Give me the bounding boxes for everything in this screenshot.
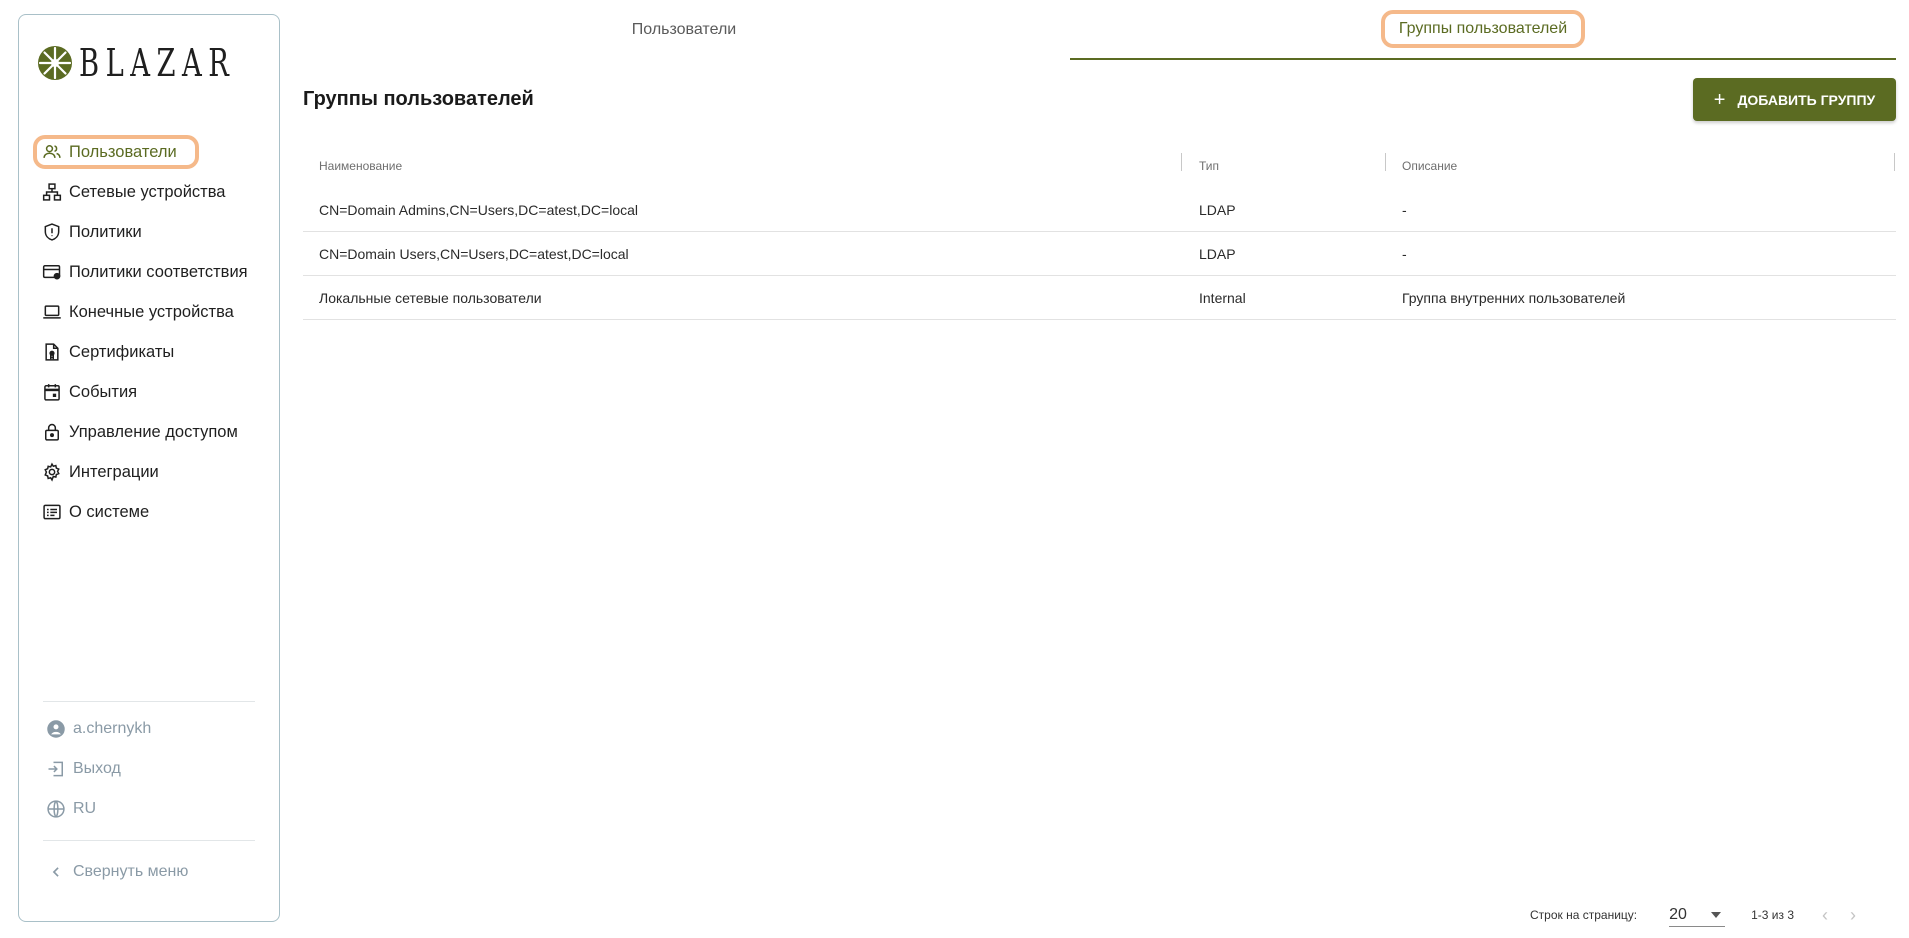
sidebar-item-label: Политики соответствия	[69, 262, 248, 281]
rows-per-page-value: 20	[1669, 905, 1687, 923]
card-check-icon	[41, 261, 63, 283]
sidebar-item-endpoints[interactable]: Конечные устройства	[37, 292, 269, 332]
groups-table: Наименование Тип Описание CN=Domain Admi…	[303, 144, 1896, 320]
cell-description: Группа внутренних пользователей	[1402, 290, 1626, 306]
cell-description: -	[1402, 246, 1407, 262]
table-header: Наименование Тип Описание	[303, 144, 1896, 188]
gear-icon	[41, 461, 63, 483]
cell-type: Internal	[1199, 290, 1246, 306]
tab-label: Группы пользователей	[1380, 10, 1586, 48]
tab-bar: Пользователи Группы пользователей	[300, 0, 1896, 60]
cell-name: CN=Domain Users,CN=Users,DC=atest,DC=loc…	[319, 246, 629, 262]
sidebar-item-label: Интеграции	[69, 462, 159, 481]
sidebar-item-compliance-policies[interactable]: Политики соответствия	[37, 252, 269, 292]
sidebar-item-access-control[interactable]: Управление доступом	[37, 412, 269, 452]
table-row[interactable]: CN=Domain Users,CN=Users,DC=atest,DC=loc…	[303, 232, 1896, 276]
sidebar: BLAZAR Пользователи Сетевые устройства П…	[18, 14, 280, 922]
sidebar-item-label: Сетевые устройства	[69, 182, 226, 201]
certificate-icon	[41, 341, 63, 363]
user-name: a.chernykh	[73, 720, 152, 737]
info-list-icon	[41, 501, 63, 523]
sidebar-item-label: Управление доступом	[69, 422, 238, 441]
cell-name: Локальные сетевые пользователи	[319, 290, 542, 306]
column-header-name[interactable]: Наименование	[319, 144, 402, 188]
laptop-icon	[41, 301, 63, 323]
column-resize-handle[interactable]	[1385, 153, 1386, 171]
user-account[interactable]: a.chernykh	[41, 709, 273, 749]
brand-name: BLAZAR	[79, 41, 236, 85]
plus-icon: +	[1713, 88, 1726, 111]
sidebar-item-integrations[interactable]: Интеграции	[37, 452, 269, 492]
sidebar-item-label: Политики	[69, 222, 142, 241]
logo: BLAZAR	[37, 41, 296, 85]
column-resize-handle[interactable]	[1181, 153, 1182, 171]
column-resize-handle[interactable]	[1894, 153, 1895, 171]
sidebar-item-label: О системе	[69, 502, 150, 521]
users-icon	[41, 141, 63, 163]
collapse-menu-label: Свернуть меню	[73, 863, 189, 880]
cell-name: CN=Domain Admins,CN=Users,DC=atest,DC=lo…	[319, 202, 638, 218]
column-header-description[interactable]: Описание	[1402, 144, 1457, 188]
blazar-logo-icon	[38, 46, 72, 80]
tab-users[interactable]: Пользователи	[300, 0, 1068, 60]
tab-label: Пользователи	[631, 21, 737, 38]
logout-label: Выход	[73, 760, 121, 777]
column-header-type[interactable]: Тип	[1199, 144, 1219, 188]
add-group-label: ДОБАВИТЬ ГРУППУ	[1737, 91, 1876, 108]
sidebar-item-about[interactable]: О системе	[37, 492, 269, 532]
language-label: RU	[73, 800, 97, 817]
table-row[interactable]: Локальные сетевые пользователи Internal …	[303, 276, 1896, 320]
account-circle-icon	[45, 718, 67, 740]
tab-user-groups[interactable]: Группы пользователей	[1070, 0, 1896, 60]
language-switch[interactable]: RU	[41, 789, 273, 829]
globe-icon	[45, 798, 67, 820]
rows-per-page-label: Строк на страницу:	[1530, 908, 1638, 922]
sidebar-item-policies[interactable]: Политики	[37, 212, 269, 252]
page-range: 1-3 из 3	[1751, 908, 1794, 922]
caret-down-icon	[1711, 911, 1722, 918]
cell-type: LDAP	[1199, 246, 1236, 262]
collapse-menu-button[interactable]: Свернуть меню	[41, 852, 273, 892]
sidebar-footer: Свернуть меню	[41, 852, 273, 892]
cell-type: LDAP	[1199, 202, 1236, 218]
sidebar-item-label: Сертификаты	[69, 342, 175, 361]
cell-description: -	[1402, 202, 1407, 218]
sidebar-account: a.chernykh Выход RU	[41, 709, 273, 829]
sidebar-item-label: Пользователи	[69, 142, 177, 161]
sidebar-item-certificates[interactable]: Сертификаты	[37, 332, 269, 372]
rows-per-page-select[interactable]: 20	[1669, 903, 1726, 927]
sidebar-nav: Пользователи Сетевые устройства Политики…	[33, 132, 269, 532]
sidebar-item-events[interactable]: События	[37, 372, 269, 412]
page-title: Группы пользователей	[303, 88, 534, 110]
calendar-icon	[41, 381, 63, 403]
table-row[interactable]: CN=Domain Admins,CN=Users,DC=atest,DC=lo…	[303, 188, 1896, 232]
chevron-right-icon[interactable]: ›	[1850, 905, 1856, 926]
sidebar-item-label: События	[69, 382, 138, 401]
sidebar-item-label: Конечные устройства	[69, 302, 234, 321]
sidebar-item-network-devices[interactable]: Сетевые устройства	[37, 172, 269, 212]
sidebar-divider	[43, 840, 255, 841]
sidebar-divider	[43, 701, 255, 702]
chevron-left-icon[interactable]: ‹	[1822, 905, 1828, 926]
logout-button[interactable]: Выход	[41, 749, 273, 789]
logout-icon	[45, 758, 67, 780]
shield-alert-icon	[41, 221, 63, 243]
add-group-button[interactable]: + ДОБАВИТЬ ГРУППУ	[1693, 78, 1896, 121]
lock-icon	[41, 421, 63, 443]
pagination: Строк на страницу: 20 1-3 из 3 ‹ ›	[1530, 900, 1856, 930]
sidebar-item-users[interactable]: Пользователи	[33, 132, 269, 172]
chevron-left-icon	[45, 861, 67, 883]
network-icon	[41, 181, 63, 203]
